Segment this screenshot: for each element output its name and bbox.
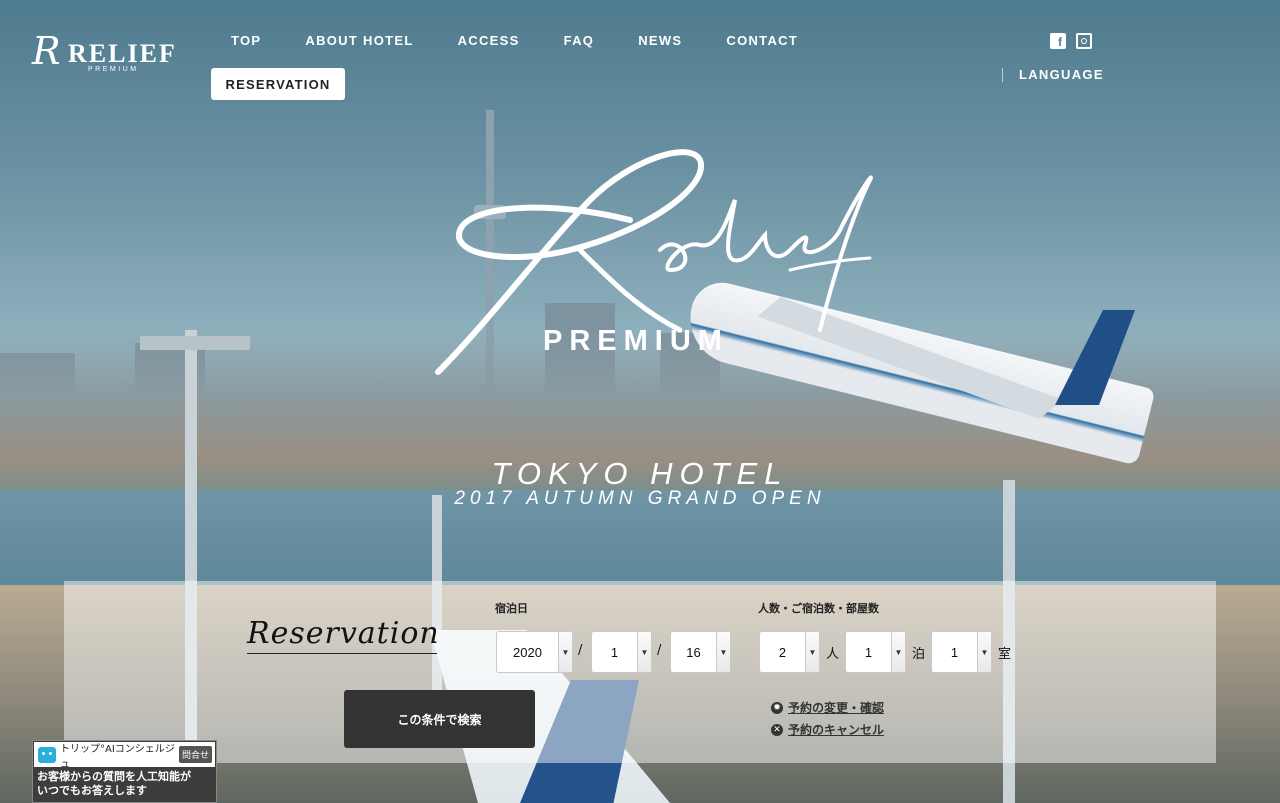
dropdown-arrow-icon: ▼ bbox=[716, 632, 730, 672]
nav-news[interactable]: NEWS bbox=[638, 33, 682, 49]
logo-subtitle: PREMIUM bbox=[88, 66, 139, 73]
robot-icon bbox=[38, 746, 56, 763]
widget-header: トリップ°AIコンシェルジュ 問合せ bbox=[34, 742, 215, 770]
year-value: 2020 bbox=[513, 644, 542, 660]
nights-value: 1 bbox=[864, 644, 873, 660]
year-select[interactable]: 2020 ▼ bbox=[496, 631, 573, 673]
hero-subtitle: 2017 AUTUMN GRAND OPEN bbox=[454, 488, 826, 509]
day-value: 16 bbox=[686, 644, 701, 660]
ai-concierge-widget[interactable]: トリップ°AIコンシェルジュ 問合せ お客様からの質問を人工知能が いつでもお答… bbox=[32, 740, 217, 803]
dropdown-arrow-icon: ▼ bbox=[637, 632, 651, 672]
nav-faq[interactable]: FAQ bbox=[564, 33, 595, 49]
guests-unit: 人 bbox=[826, 647, 840, 662]
light-pole-head bbox=[140, 336, 250, 350]
dropdown-arrow-icon: ▼ bbox=[558, 632, 572, 672]
hero-title: TOKYO HOTEL bbox=[491, 456, 789, 491]
site-logo[interactable]: R RELIEF PREMIUM bbox=[32, 29, 175, 76]
cancel-reservation-label: 予約のキャンセル bbox=[788, 723, 885, 737]
logo-wordmark: RELIEF bbox=[68, 39, 177, 68]
language-divider bbox=[1002, 68, 1003, 82]
facebook-icon[interactable]: f bbox=[1050, 33, 1066, 49]
reservation-panel: Reservation 宿泊日 2020 ▼ / 1 ▼ / 16 ▼ 人数・ご… bbox=[64, 581, 1216, 763]
month-value: 1 bbox=[610, 644, 619, 660]
dropdown-arrow-icon: ▼ bbox=[891, 632, 905, 672]
date-separator: / bbox=[657, 643, 662, 658]
dropdown-arrow-icon: ▼ bbox=[977, 632, 991, 672]
widget-message-line: いつでもお答えします bbox=[37, 784, 147, 797]
date-separator: / bbox=[578, 643, 583, 658]
instagram-icon[interactable] bbox=[1076, 33, 1092, 49]
dropdown-arrow-icon: ▼ bbox=[805, 632, 819, 672]
inquiry-button[interactable]: 問合せ bbox=[178, 746, 212, 763]
reservation-button[interactable]: RESERVATION bbox=[211, 68, 345, 100]
stay-date-label: 宿泊日 bbox=[495, 602, 528, 615]
nights-unit: 泊 bbox=[912, 647, 926, 662]
rooms-unit: 室 bbox=[998, 647, 1012, 662]
guests-select[interactable]: 2 ▼ bbox=[759, 631, 820, 673]
nav-contact[interactable]: CONTACT bbox=[726, 33, 798, 49]
widget-message: お客様からの質問を人工知能が いつでもお答えします bbox=[33, 768, 216, 800]
hero-premium-wordmark: PREMIUM bbox=[543, 325, 729, 357]
reservation-title: Reservation bbox=[247, 616, 439, 654]
logo-mark: R bbox=[32, 29, 61, 73]
change-reservation-label: 予約の変更・確認 bbox=[788, 701, 885, 715]
social-links: f bbox=[1050, 33, 1092, 49]
main-nav: TOP ABOUT HOTEL ACCESS FAQ NEWS CONTACT bbox=[231, 33, 842, 49]
rooms-value: 1 bbox=[950, 644, 959, 660]
guests-label: 人数・ご宿泊数・部屋数 bbox=[758, 602, 879, 615]
cancel-reservation-link[interactable]: ✕ 予約のキャンセル bbox=[771, 721, 884, 738]
guests-value: 2 bbox=[778, 644, 787, 660]
day-select[interactable]: 16 ▼ bbox=[670, 631, 731, 673]
widget-message-line: お客様からの質問を人工知能が bbox=[37, 770, 191, 783]
widget-name: トリップ°AIコンシェルジュ bbox=[60, 743, 175, 770]
gear-icon: ✹ bbox=[771, 701, 783, 714]
close-icon: ✕ bbox=[771, 723, 783, 736]
nav-about-hotel[interactable]: ABOUT HOTEL bbox=[305, 33, 413, 49]
change-reservation-link[interactable]: ✹ 予約の変更・確認 bbox=[771, 699, 884, 716]
nav-access[interactable]: ACCESS bbox=[458, 33, 520, 49]
rooms-select[interactable]: 1 ▼ bbox=[931, 631, 992, 673]
search-button[interactable]: この条件で検索 bbox=[344, 690, 535, 748]
month-select[interactable]: 1 ▼ bbox=[591, 631, 652, 673]
language-selector[interactable]: LANGUAGE bbox=[1019, 67, 1104, 82]
nav-top[interactable]: TOP bbox=[231, 33, 261, 49]
nights-select[interactable]: 1 ▼ bbox=[845, 631, 906, 673]
